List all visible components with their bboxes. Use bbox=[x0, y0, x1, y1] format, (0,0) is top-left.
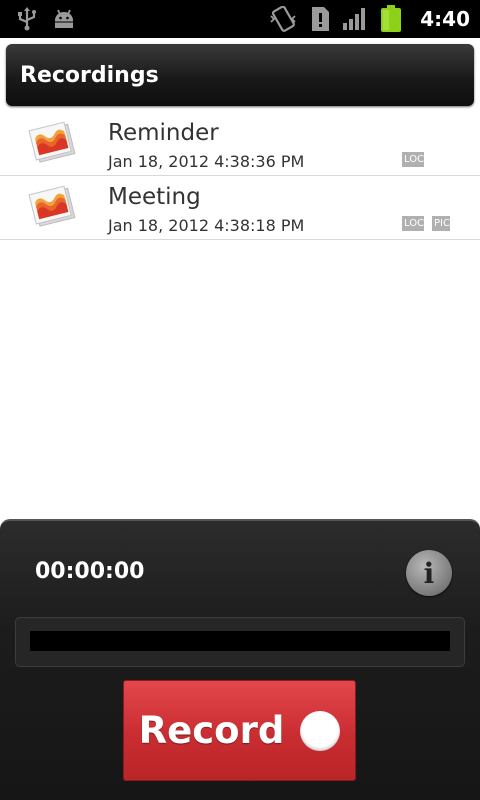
picture-tag: PIC bbox=[432, 216, 450, 231]
recording-name: Reminder bbox=[108, 120, 219, 146]
record-timer: 00:00:00 bbox=[35, 559, 145, 584]
sd-card-alert-icon bbox=[310, 7, 330, 31]
signal-icon bbox=[342, 7, 368, 31]
android-debug-icon bbox=[52, 8, 76, 30]
audio-level-meter bbox=[15, 617, 465, 667]
recording-name: Meeting bbox=[108, 184, 201, 210]
info-button[interactable]: i bbox=[406, 550, 452, 596]
audio-file-icon bbox=[28, 118, 82, 170]
page-title: Recordings bbox=[20, 62, 159, 88]
record-button-label: Record bbox=[138, 709, 285, 752]
recording-item-meeting[interactable]: Meeting Jan 18, 2012 4:38:18 PM LOC PIC bbox=[0, 176, 480, 240]
status-clock: 4:40 bbox=[420, 7, 470, 31]
audio-file-icon bbox=[28, 182, 82, 234]
recording-date: Jan 18, 2012 4:38:18 PM bbox=[108, 216, 305, 235]
vibrate-icon bbox=[268, 6, 298, 32]
recording-item-reminder[interactable]: Reminder Jan 18, 2012 4:38:36 PM LOC bbox=[0, 112, 480, 176]
audio-level-bar bbox=[30, 631, 450, 651]
status-bar: 4:40 bbox=[0, 0, 480, 38]
recorder-panel: 00:00:00 i Record bbox=[0, 519, 480, 800]
location-tag: LOC bbox=[402, 216, 424, 231]
title-bar: Recordings bbox=[6, 44, 474, 106]
recordings-list: Reminder Jan 18, 2012 4:38:36 PM LOC Mee… bbox=[0, 112, 480, 240]
record-button[interactable]: Record bbox=[123, 680, 356, 781]
location-tag: LOC bbox=[402, 152, 424, 167]
recording-date: Jan 18, 2012 4:38:36 PM bbox=[108, 152, 305, 171]
record-dot-icon bbox=[300, 710, 341, 751]
battery-icon bbox=[380, 5, 402, 33]
screen: 4:40 Recordings Reminder Jan 18, 2012 4:… bbox=[0, 0, 480, 800]
info-icon: i bbox=[423, 556, 435, 590]
usb-icon bbox=[16, 7, 38, 31]
